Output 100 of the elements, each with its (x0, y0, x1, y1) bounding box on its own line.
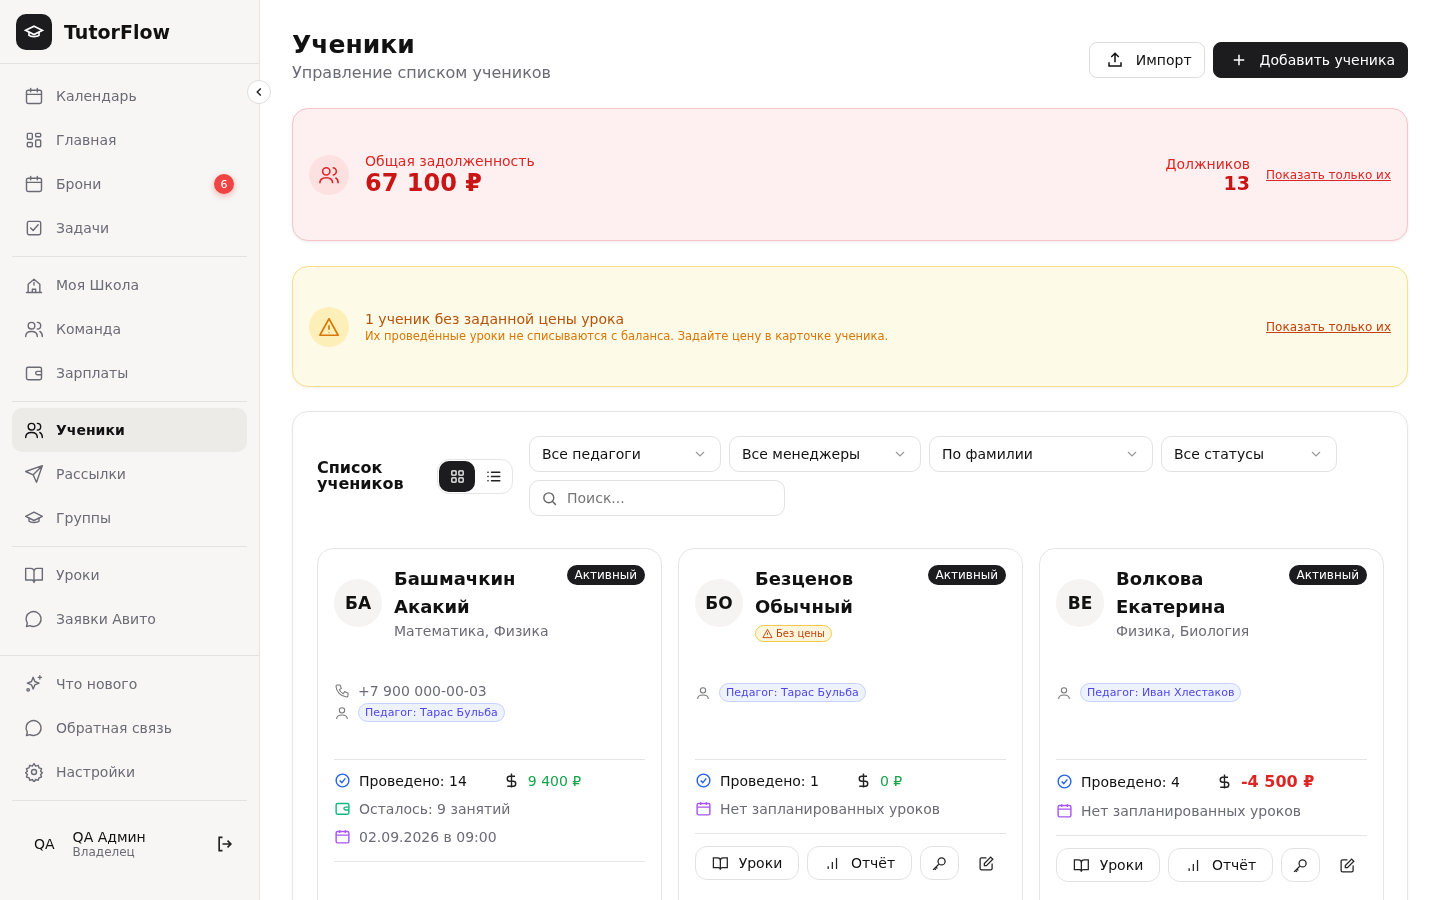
paper-plane-icon (24, 464, 44, 484)
warning-text: Их проведённые уроки не списываются с баланса. Задайте цену в карточке ученика. (365, 328, 890, 343)
student-name: Волкова Екатерина (1116, 567, 1227, 619)
sidebar-item[interactable]: Брони 6 (12, 162, 247, 206)
student-name: Безценов Обычный (755, 567, 855, 619)
grid-view-icon (448, 468, 466, 485)
calendar-icon (334, 828, 351, 845)
no-price-badge: Без цены (755, 625, 832, 642)
sidebar-item[interactable]: Настройки (12, 750, 247, 794)
calendar-icon (695, 800, 712, 817)
logo-icon (16, 13, 52, 50)
status-badge: Активный (927, 565, 1006, 585)
users-icon (24, 319, 44, 339)
user-name: QA Админ (72, 829, 147, 845)
sidebar-item[interactable]: Задачи (12, 206, 247, 250)
teacher-tag: Педагог: Иван Хлестаков (1080, 683, 1242, 702)
avatar: БА (334, 579, 382, 627)
filter-dropdown[interactable]: Все педагоги (529, 436, 721, 472)
sidebar-item[interactable]: Команда (12, 307, 247, 351)
debt-label: Общая задолженность (365, 152, 536, 169)
student-card[interactable]: БА Башмачкин Акакий Математика, Физика Активный +7 900 000-00-03 Педагог: Тарас Бульба Проведено: 14 9 400 ₽ Осталось: 9 занятий 02.09.2026 в 09:00 (317, 548, 662, 900)
sidebar-item[interactable]: Зарплаты (12, 351, 247, 395)
grid-view-button[interactable] (439, 461, 475, 492)
sidebar-item[interactable]: Ученики (12, 408, 247, 452)
search-field[interactable]: Поиск... (529, 480, 785, 516)
user-icon (1056, 684, 1072, 701)
chat-bubble-icon (24, 718, 44, 738)
lessons-button[interactable]: Уроки (695, 846, 800, 880)
filter-dropdown[interactable]: По фамилии (929, 436, 1153, 472)
edit-icon (978, 854, 995, 872)
debtors-count: 13 (1223, 171, 1251, 194)
sidebar-item[interactable]: Что нового (12, 662, 247, 706)
warning-title: 1 ученик без заданной цены урока (365, 310, 626, 327)
student-card[interactable]: ВЕ Волкова Екатерина Физика, Биология Активный Педагог: Иван Хлестаков Проведено: 4 -4 500 ₽ Нет запланированных уроков Уроки Отчёт (1039, 548, 1384, 900)
dashboard-icon (24, 130, 44, 150)
key-icon (1292, 856, 1310, 874)
report-button[interactable]: Отчёт (1168, 848, 1274, 882)
user-initials: QA (34, 836, 55, 852)
search-icon (541, 490, 558, 507)
sidebar-item[interactable]: Календарь (12, 74, 247, 118)
wallet-icon (24, 363, 44, 383)
page-title: Ученики (292, 30, 416, 59)
sidebar-item[interactable]: Главная (12, 118, 247, 162)
sidebar-item[interactable]: Уроки (12, 553, 247, 597)
edit-icon (1339, 856, 1356, 874)
next-lesson: Нет запланированных уроков (720, 800, 941, 817)
student-subjects: Физика, Биология (1116, 623, 1250, 639)
sidebar-item[interactable]: Моя Школа (12, 263, 247, 307)
next-lesson: Нет запланированных уроков (1081, 802, 1302, 819)
checkbox-icon (24, 218, 44, 238)
show-only-link[interactable]: Показать только их (1266, 319, 1391, 334)
sidebar-item[interactable]: Рассылки (12, 452, 247, 496)
key-icon (931, 854, 949, 872)
book-icon (1073, 856, 1090, 874)
import-button[interactable]: Импорт (1088, 42, 1205, 78)
teacher-tag: Педагог: Тарас Бульба (358, 703, 505, 722)
users-icon (24, 420, 44, 440)
lessons-conducted: Проведено: 14 (359, 772, 467, 789)
page-subtitle: Управление списком учеников (292, 63, 552, 82)
teacher-tag: Педагог: Тарас Бульба (719, 683, 866, 702)
list-title: Список учеников (317, 460, 405, 492)
student-subjects: Математика, Физика (394, 623, 549, 639)
collapse-button[interactable] (247, 80, 271, 104)
balance-amount: 9 400 ₽ (527, 772, 582, 789)
brand-name: TutorFlow (64, 20, 170, 43)
lessons-conducted: Проведено: 1 (720, 772, 819, 789)
debt-amount: 67 100 ₽ (365, 168, 483, 197)
lessons-button[interactable]: Уроки (1056, 848, 1161, 882)
lessons-conducted: Проведено: 4 (1081, 773, 1180, 790)
balance-amount: 0 ₽ (879, 772, 903, 789)
sidebar-item[interactable]: Группы (12, 496, 247, 540)
sidebar-item[interactable]: Обратная связь (12, 706, 247, 750)
phone-number: +7 900 000-00-03 (358, 683, 487, 699)
key-button[interactable] (1281, 848, 1321, 882)
debtors-label: Должников (1165, 155, 1251, 172)
user-icon (695, 684, 711, 701)
add-student-button[interactable]: Добавить ученика (1212, 42, 1408, 78)
check-circle-icon (334, 772, 351, 789)
check-circle-icon (1056, 773, 1073, 790)
key-button[interactable] (920, 846, 960, 880)
show-only-link[interactable]: Показать только их (1266, 167, 1391, 182)
sparkles-icon (24, 674, 44, 694)
calendar-icon (24, 86, 44, 106)
calendar-icon (24, 174, 44, 194)
balance-amount: -4 500 ₽ (1240, 772, 1315, 791)
logout-button[interactable] (215, 834, 235, 854)
filter-dropdown[interactable]: Все статусы (1161, 436, 1337, 472)
lessons-remaining: Осталось: 9 занятий (359, 800, 511, 817)
report-button[interactable]: Отчёт (807, 846, 913, 880)
sidebar-item[interactable]: Заявки Авито (12, 597, 247, 641)
users-icon (309, 154, 349, 195)
student-card[interactable]: БО Безценов Обычный Без цены Активный Педагог: Тарас Бульба Проведено: 1 0 ₽ Нет запланированных уроков Уроки Отчёт (678, 548, 1023, 900)
book-icon (24, 565, 44, 585)
settings-icon (24, 762, 44, 782)
filter-dropdown[interactable]: Все менеджеры (729, 436, 921, 472)
chat-bubble-icon (24, 609, 44, 629)
status-badge: Активный (1288, 565, 1367, 585)
check-circle-icon (695, 772, 712, 789)
user-icon (334, 704, 350, 721)
book-icon (712, 854, 729, 872)
